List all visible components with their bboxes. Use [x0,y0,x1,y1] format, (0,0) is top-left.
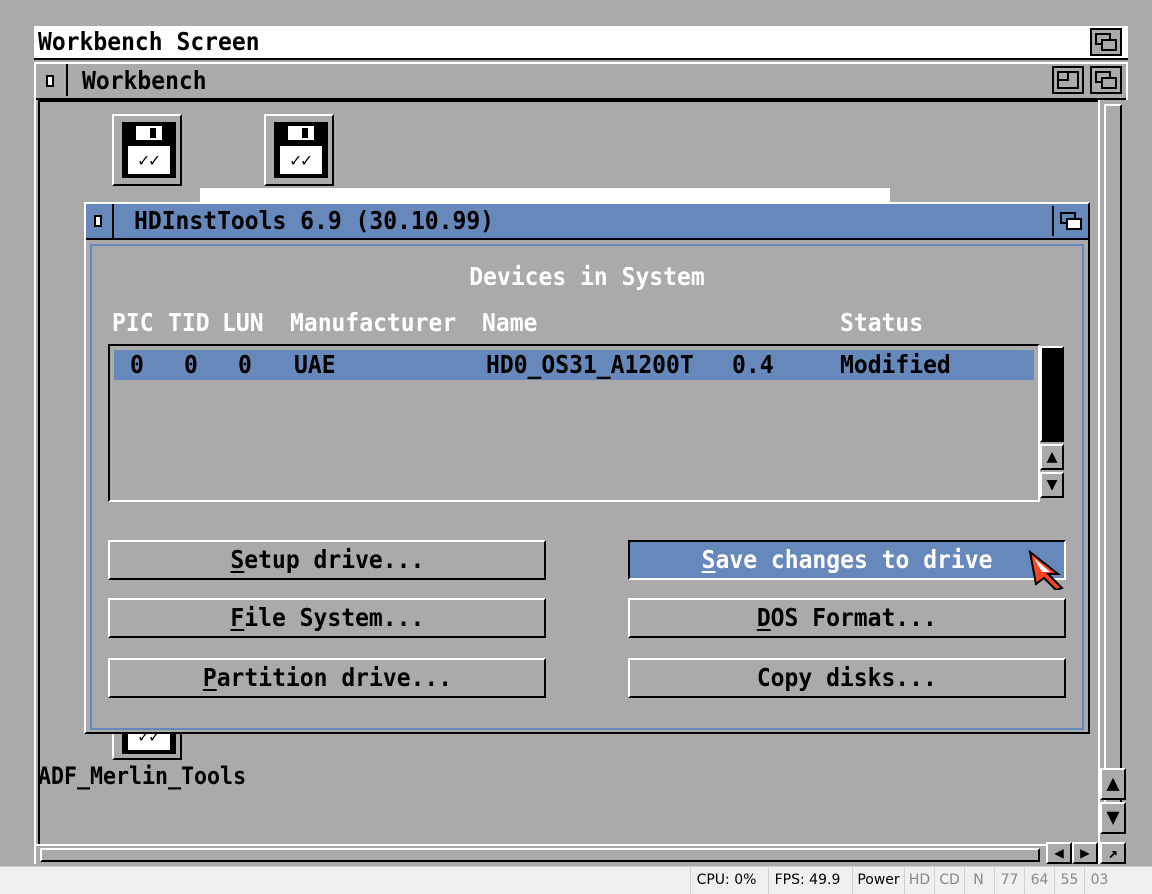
arrow-up-icon[interactable]: ▲ [1040,444,1064,470]
hdinsttools-title-bar[interactable]: HDInstTools 6.9 (30.10.99) [86,204,1088,240]
partition-drive-button[interactable]: Partition drive... [108,658,546,698]
hd-led: HD [904,867,934,894]
cell-tid: 0 [184,350,198,379]
copy-disks-button[interactable]: Copy disks... [628,658,1066,698]
file-system-button[interactable]: File System... [108,598,546,638]
close-gadget-icon[interactable] [86,204,114,238]
column-header-manufacturer: Manufacturer [290,308,457,337]
n-led: N [964,867,992,894]
track-0: 77 [994,867,1024,894]
floppy-disk-icon[interactable]: ✓✓ [112,114,182,186]
depth-gadget-icon[interactable] [1090,66,1122,94]
track-3: 03 [1084,867,1114,894]
cell-pic: 0 [130,350,144,379]
track-2: 55 [1054,867,1084,894]
depth-gadget-icon[interactable] [1090,28,1122,56]
vertical-scroll-knob[interactable] [1104,104,1122,824]
table-row[interactable]: 0 0 0 UAE HD0_OS31_A1200T 0.4 Modified [114,350,1034,380]
list-scrollbar[interactable]: ▲ ▼ [1038,344,1068,502]
arrow-down-icon[interactable]: ▼ [1100,802,1126,834]
device-list[interactable]: 0 0 0 UAE HD0_OS31_A1200T 0.4 Modified [108,344,1040,502]
depth-gadget-icon[interactable] [1052,206,1088,236]
cell-lun: 0 [238,350,252,379]
fps-status: FPS: 49.9 [768,867,846,894]
close-gadget-icon[interactable] [36,64,68,96]
horizontal-scrollbar[interactable] [36,844,1098,864]
arrow-up-icon[interactable]: ▲ [1100,768,1126,800]
floppy-disk-icon[interactable]: ✓✓ [264,114,334,186]
hdinsttools-title: HDInstTools 6.9 (30.10.99) [134,206,495,235]
hdinsttools-window[interactable]: HDInstTools 6.9 (30.10.99) Devices in Sy… [84,202,1090,734]
horizontal-scroll-knob[interactable] [40,848,1040,862]
zoom-gadget-icon[interactable] [1052,66,1084,94]
column-header-status: Status [840,308,924,337]
list-scroll-knob[interactable] [1040,346,1064,442]
cell-name: HD0_OS31_A1200T [486,350,694,379]
screen-title: Workbench Screen [38,27,260,56]
resize-icon[interactable]: ↗ [1100,842,1126,864]
arrow-left-icon[interactable]: ◀ [1046,842,1072,864]
screen-title-bar[interactable]: Workbench Screen [34,26,1128,60]
cell-revision: 0.4 [732,350,774,379]
emulator-status-bar: CPU: 0% FPS: 49.9 Power HD CD N 77 64 55… [0,866,1152,894]
icon-label-adf-merlin-tools[interactable]: ADF_Merlin_Tools [38,762,246,790]
cell-manufacturer: UAE [294,350,336,379]
arrow-down-icon[interactable]: ▼ [1040,472,1064,498]
cell-status: Modified [840,350,951,379]
dos-format-button[interactable]: DOS Format... [628,598,1066,638]
power-led: Power [852,867,904,894]
column-header-name: Name [482,308,538,337]
mouse-pointer-icon [1028,550,1064,590]
column-header-lun: LUN [222,308,264,337]
column-header-tid: TID [168,308,210,337]
devices-heading: Devices in System [469,262,705,291]
vertical-scrollbar[interactable] [1098,100,1128,864]
workbench-title-bar[interactable]: Workbench [36,64,1126,100]
cpu-status: CPU: 0% [690,867,762,894]
column-header-pic: PIC [112,308,154,337]
track-1: 64 [1024,867,1054,894]
setup-drive-button[interactable]: Setup drive... [108,540,546,580]
save-changes-button[interactable]: Save changes to drive [628,540,1066,580]
cd-led: CD [934,867,964,894]
workbench-title: Workbench [82,66,207,95]
arrow-right-icon[interactable]: ▶ [1072,842,1098,864]
